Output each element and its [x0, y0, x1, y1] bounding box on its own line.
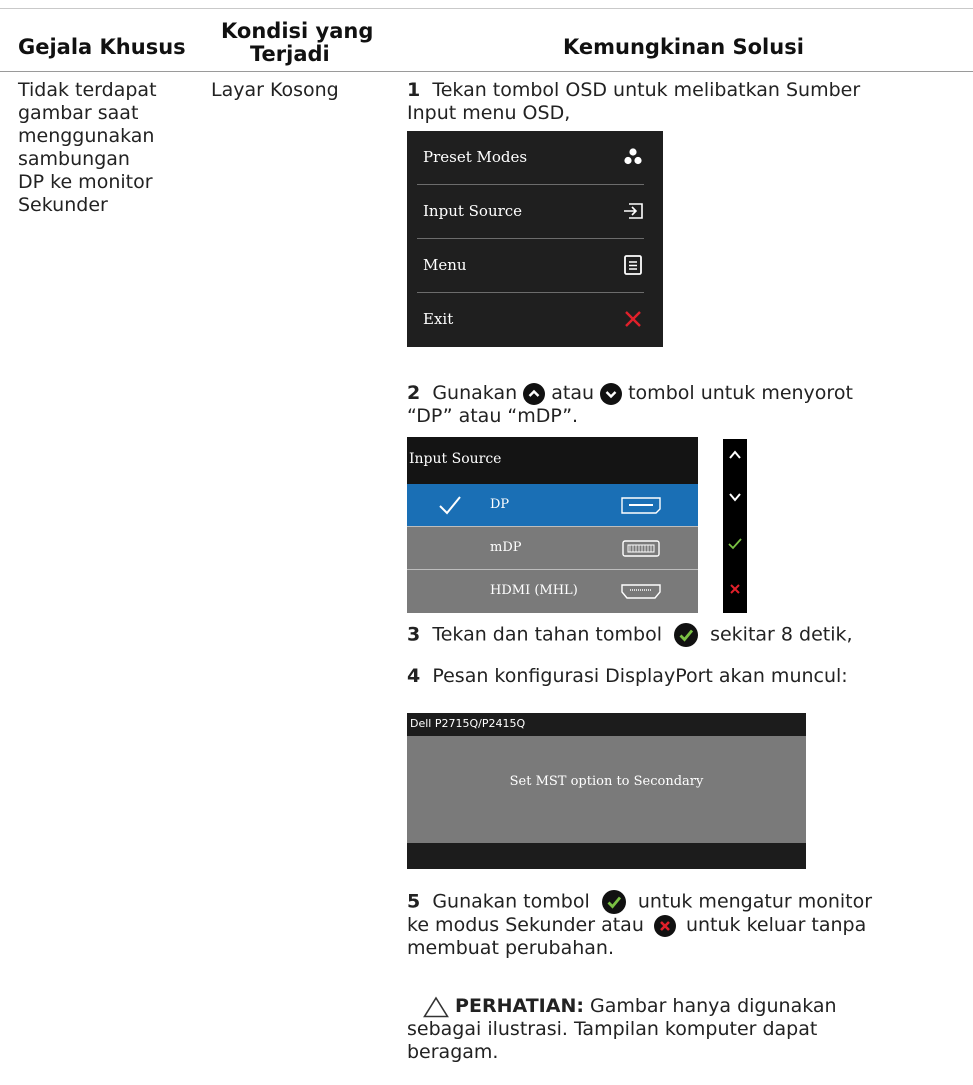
down-button-icon	[600, 382, 623, 405]
step-1: 1 Tekan tombol OSD untuk melibatkan Sumb…	[407, 79, 861, 124]
preset-modes-icon	[624, 148, 642, 165]
model-title: Dell P2715Q/P2415Q	[410, 717, 526, 730]
step-2: 2 Gunakan atau tombol untuk menyorot “DP…	[407, 382, 853, 427]
exit-icon[interactable]	[729, 583, 741, 595]
mst-message: Set MST option to Secondary	[509, 774, 704, 789]
step-5: 5 Gunakan tombol untuk mengatur monitor …	[407, 890, 873, 959]
osd-item-exit[interactable]: Exit	[407, 293, 663, 347]
header-condition-line2: Terjadi	[250, 42, 330, 66]
header-rule	[0, 71, 973, 72]
top-rule	[0, 8, 973, 9]
mdp-port-icon	[622, 540, 660, 557]
osd-item-preset-modes[interactable]: Preset Modes	[407, 131, 663, 185]
input-source-title-bar: Input Source	[407, 437, 698, 484]
input-source-menu: Input Source DP mDP HDMI (MHL)	[407, 437, 698, 613]
exit-x-icon	[625, 311, 641, 327]
osd-main-menu: Preset Modes Input Source Menu Exit	[407, 131, 663, 347]
up-arrow-icon[interactable]	[728, 449, 742, 461]
displayport-message-dialog: Dell P2715Q/P2415Q Set MST option to Sec…	[407, 713, 806, 869]
condition-text: Layar Kosong	[211, 79, 339, 101]
hdmi-port-icon	[621, 584, 661, 599]
header-solution: Kemungkinan Solusi	[563, 35, 804, 59]
input-option-mdp[interactable]: mDP	[407, 527, 698, 570]
osd-item-menu[interactable]: Menu	[407, 239, 663, 293]
step-3: 3 Tekan dan tahan tombol sekitar 8 detik…	[407, 623, 853, 647]
exit-button-icon	[653, 914, 676, 937]
warning-triangle-icon	[423, 995, 449, 1017]
check-button-icon	[601, 890, 626, 914]
up-button-icon	[523, 382, 546, 405]
selected-check-icon	[439, 496, 461, 515]
osd-item-input-source[interactable]: Input Source	[407, 185, 663, 239]
dp-port-icon	[621, 497, 661, 514]
input-option-dp[interactable]: DP	[407, 484, 698, 527]
caution-note: PERHATIAN: Gambar hanya digunakan sebaga…	[407, 995, 837, 1063]
menu-icon	[624, 255, 642, 275]
header-symptom: Gejala Khusus	[18, 35, 186, 59]
osd-button-strip	[723, 439, 747, 613]
symptom-text: Tidak terdapat gambar saat menggunakan s…	[18, 79, 157, 216]
header-condition-line1: Kondisi yang	[221, 19, 374, 43]
step-4: 4 Pesan konfigurasi DisplayPort akan mun…	[407, 665, 848, 687]
input-source-icon	[624, 203, 643, 219]
ok-check-icon[interactable]	[728, 537, 742, 551]
input-option-hdmi[interactable]: HDMI (MHL)	[407, 570, 698, 613]
down-arrow-icon[interactable]	[728, 491, 742, 503]
check-button-icon	[674, 623, 699, 647]
